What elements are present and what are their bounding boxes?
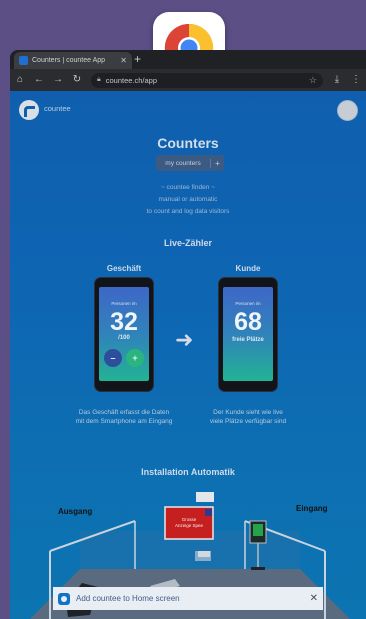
tab-close-icon[interactable]: ✕ — [120, 56, 127, 65]
new-tab-button[interactable]: + — [134, 52, 141, 67]
increment-button[interactable]: + — [126, 349, 144, 367]
exit-label: Ausgang — [58, 507, 93, 516]
add-to-home-banner[interactable]: Add countee to Home screen ✕ — [53, 587, 323, 610]
live-counter-heading: Live-Zähler — [163, 238, 212, 248]
shop-phone-screen: Personen im 32 /100 – + — [99, 287, 149, 381]
shop-heading: Geschäft — [106, 264, 142, 273]
arrow-right-icon: ➜ — [175, 327, 194, 352]
url-text: countee.ch/app — [105, 75, 158, 85]
logo-text: countee — [44, 104, 71, 113]
intro-line: to count and log data visitors — [146, 208, 230, 215]
browser-toolbar: ⌂ ← → ↻ 🔒︎ countee.ch/app ☆ ⤓ ⋮ — [10, 69, 366, 91]
shop-max: /100 — [118, 335, 130, 341]
customer-caption-line: Der Kunde sieht wie live — [213, 409, 283, 416]
customer-phone-caption: Personen im — [235, 301, 261, 306]
my-counters-label: my counters — [165, 159, 201, 167]
shop-caption: Das Geschäft erfasst die Daten mit dem S… — [64, 408, 184, 426]
customer-phone: Personen im 68 freie Plätze — [218, 277, 278, 392]
my-counters-button[interactable]: my counters + — [156, 155, 224, 171]
browser-tab[interactable]: Counters | countee App ✕ — [14, 52, 132, 69]
menu-icon[interactable]: ⋮ — [351, 75, 361, 85]
shop-caption-line: Das Geschäft erfasst die Daten — [78, 409, 170, 416]
shop-phone-caption: Personen im — [111, 301, 137, 306]
address-bar[interactable]: 🔒︎ countee.ch/app ☆ — [91, 72, 323, 88]
add-to-home-text[interactable]: Add countee to Home screen — [76, 594, 304, 603]
customer-sub: freie Plätze — [232, 337, 264, 343]
star-icon[interactable]: ☆ — [309, 75, 317, 86]
avatar[interactable] — [337, 100, 358, 121]
shop-caption-line: mit dem Smartphone am Eingang — [75, 418, 173, 425]
intro-line: manual or automatic — [158, 196, 218, 203]
browser-window: Counters | countee App ✕ + ⌂ ← → ↻ 🔒︎ co… — [10, 50, 366, 619]
countee-app-icon — [58, 592, 70, 605]
countee-favicon-icon — [19, 56, 28, 65]
tab-title: Counters | countee App — [32, 57, 106, 64]
customer-caption: Der Kunde sieht wie live viele Plätze ve… — [188, 408, 308, 426]
download-icon[interactable]: ⤓ — [332, 75, 342, 85]
back-icon[interactable]: ← — [34, 75, 44, 85]
web-page: countee Counters my counters + ~ countee… — [10, 91, 366, 619]
countee-logo-icon[interactable] — [19, 100, 39, 120]
entry-label: Eingang — [296, 504, 328, 513]
shop-phone: Personen im 32 /100 – + — [94, 277, 154, 392]
lock-icon: 🔒︎ — [97, 76, 101, 83]
close-icon[interactable]: ✕ — [310, 593, 318, 604]
decrement-button[interactable]: – — [104, 349, 122, 367]
forward-icon[interactable]: → — [53, 75, 63, 85]
customer-caption-line: viele Plätze verfügbar sind — [209, 418, 287, 425]
page-title: Counters — [157, 135, 219, 151]
customer-heading: Kunde — [235, 264, 261, 273]
reload-icon[interactable]: ↻ — [72, 75, 82, 85]
installation-heading: Installation Automatik — [141, 467, 235, 477]
customer-phone-screen: Personen im 68 freie Plätze — [223, 287, 273, 381]
add-counter-button[interactable]: + — [210, 158, 224, 168]
display-sign: Grosse Anzeige Spee — [165, 517, 213, 529]
customer-count: 68 — [234, 308, 262, 336]
shop-count: 32 — [110, 308, 138, 336]
intro-line: ~ countee finden ~ — [161, 184, 215, 191]
display-sign-line: Anzeige Spee — [174, 523, 204, 528]
tab-bar: Counters | countee App ✕ + — [10, 50, 366, 69]
home-icon[interactable]: ⌂ — [15, 75, 25, 85]
